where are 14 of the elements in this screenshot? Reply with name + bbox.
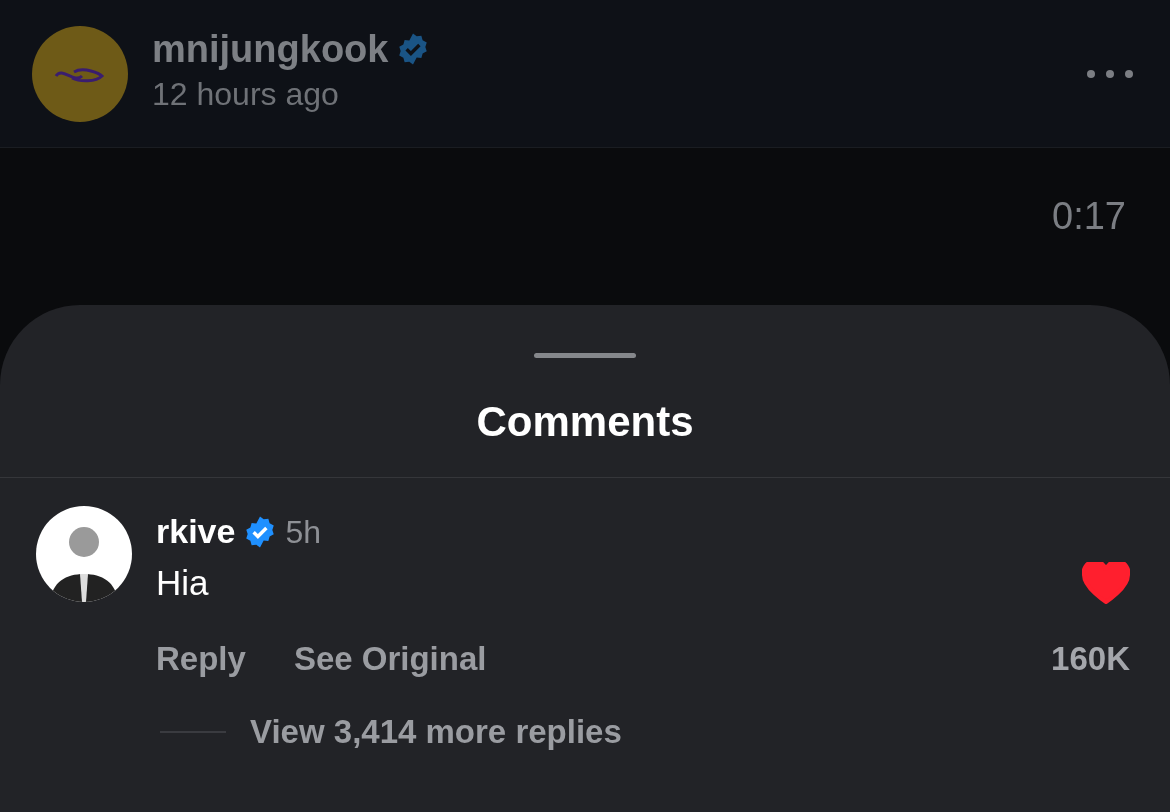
view-replies-link[interactable]: View 3,414 more replies	[250, 707, 622, 757]
more-icon[interactable]	[1086, 68, 1134, 79]
like-count: 160K	[1051, 638, 1130, 679]
username[interactable]: rkive	[156, 506, 236, 557]
sheet-title: Comments	[476, 398, 694, 445]
post-time: 12 hours ago	[152, 75, 340, 115]
drag-handle[interactable]	[534, 353, 636, 358]
username[interactable]: mnijungkook	[152, 28, 389, 71]
comment-text: Hia	[156, 562, 209, 604]
video-time: 0:17	[1052, 194, 1126, 239]
action-link[interactable]: See Original	[293, 633, 487, 683]
comment-time: 5h	[285, 512, 321, 552]
heart-icon[interactable]	[1082, 562, 1130, 605]
action-link[interactable]: Reply	[156, 633, 246, 683]
